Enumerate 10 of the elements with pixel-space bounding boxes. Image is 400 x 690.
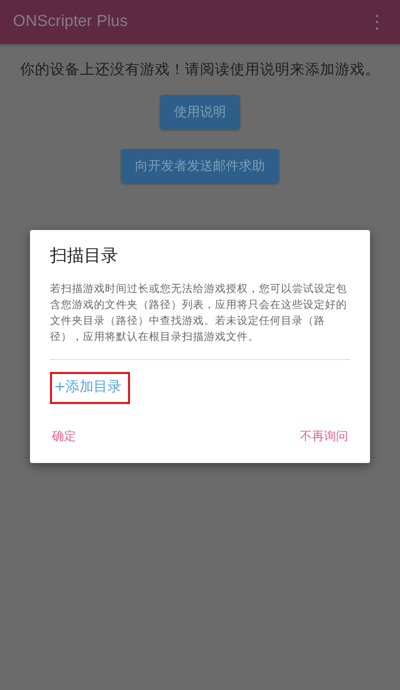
add-directory-link[interactable]: +添加目录 (50, 372, 130, 404)
app-title: ONScripter Plus (13, 13, 128, 31)
overflow-menu-button[interactable]: ⋮ (364, 11, 390, 33)
dialog-title: 扫描目录 (50, 245, 119, 267)
dialog-message: 若扫描游戏时间过长或您无法给游戏授权，您可以尝试设定包含您游戏的文件夹（路径）列表，应用将只会在这些设定好的文件夹目录（路径）中查找游戏。若未设定任何目录（路径），应用将默认在根目录扫描游戏文件。 (50, 281, 348, 345)
action-button[interactable]: 使用说明 (160, 95, 240, 129)
dialog-action-button[interactable]: 确定 (50, 424, 78, 449)
action-button[interactable]: 向开发者发送邮件求助 (121, 149, 279, 183)
empty-message: 你的设备上还没有游戏！请阅读使用说明来添加游戏。 (20, 61, 380, 79)
dialog-action-button[interactable]: 不再询问 (298, 424, 350, 449)
